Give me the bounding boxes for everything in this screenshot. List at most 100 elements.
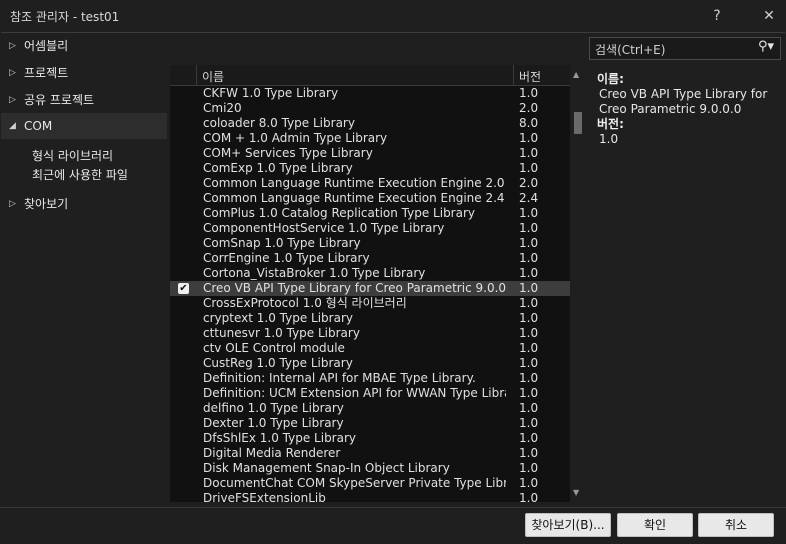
row-version: 1.0 xyxy=(519,446,539,460)
chevron-right-icon: ▷ xyxy=(9,199,16,209)
reference-list: 이름 버전 CKFW 1.0 Type Library 1.0 Cmi20 2.0 co… xyxy=(170,65,570,502)
search-box[interactable]: 검색(Ctrl+E) ⚲▾ xyxy=(589,37,781,60)
row-version: 1.0 xyxy=(519,371,539,385)
row-version: 1.0 xyxy=(519,146,539,160)
row-version: 1.0 xyxy=(519,236,539,250)
row-name: COM+ Services Type Library xyxy=(203,146,373,160)
list-row[interactable]: Cmi20 2.0 xyxy=(170,101,570,116)
row-name: CustReg 1.0 Type Library xyxy=(203,356,353,370)
detail-name-label: 이름: xyxy=(597,72,624,86)
row-version: 1.0 xyxy=(519,416,539,430)
chevron-right-icon: ▷ xyxy=(9,68,16,78)
list-row[interactable]: ctv OLE Control module 1.0 xyxy=(170,341,570,356)
scroll-up-icon[interactable]: ▲ xyxy=(573,70,579,79)
row-name: Common Language Runtime Execution Engine… xyxy=(203,191,506,205)
window-title: 참조 관리자 - test01 xyxy=(10,10,120,24)
chevron-right-icon: ▷ xyxy=(9,41,16,51)
list-row[interactable]: CustReg 1.0 Type Library 1.0 xyxy=(170,356,570,371)
row-name: cttunesvr 1.0 Type Library xyxy=(203,326,360,340)
list-scrollbar[interactable]: ▲ ▼ xyxy=(570,65,586,502)
row-name: ComPlus 1.0 Catalog Replication Type Lib… xyxy=(203,206,476,220)
row-version: 1.0 xyxy=(519,131,539,145)
list-row[interactable]: Digital Media Renderer 1.0 xyxy=(170,446,570,461)
row-name: Disk Management Snap-In Object Library xyxy=(203,461,450,475)
row-version: 1.0 xyxy=(519,476,539,490)
ok-button[interactable]: 확인 xyxy=(617,513,693,537)
column-header-version[interactable]: 버전 xyxy=(519,68,541,85)
title-bar: 참조 관리자 - test01 ? ✕ xyxy=(0,0,786,32)
list-row[interactable]: ComPlus 1.0 Catalog Replication Type Lib… xyxy=(170,206,570,221)
row-name: Common Language Runtime Execution Engine… xyxy=(203,176,506,190)
column-header-name[interactable]: 이름 xyxy=(202,68,224,85)
list-row[interactable]: delfino 1.0 Type Library 1.0 xyxy=(170,401,570,416)
row-version: 1.0 xyxy=(519,341,539,355)
cancel-button[interactable]: 취소 xyxy=(698,513,774,537)
search-input[interactable]: 검색(Ctrl+E) xyxy=(595,41,665,58)
list-row[interactable]: Common Language Runtime Execution Engine… xyxy=(170,176,570,191)
scroll-down-icon[interactable]: ▼ xyxy=(573,488,579,497)
close-button[interactable]: ✕ xyxy=(754,4,784,28)
tree-item-projects[interactable]: ▷ 프로젝트 xyxy=(1,60,167,86)
list-row[interactable]: CrossExProtocol 1.0 형식 라이브러리 1.0 xyxy=(170,296,570,311)
list-row[interactable]: Cortona_VistaBroker 1.0 Type Library 1.0 xyxy=(170,266,570,281)
row-name: Cortona_VistaBroker 1.0 Type Library xyxy=(203,266,426,280)
row-checkbox[interactable]: ✔ xyxy=(178,283,189,294)
row-version: 1.0 xyxy=(519,491,539,502)
list-row[interactable]: cttunesvr 1.0 Type Library 1.0 xyxy=(170,326,570,341)
tree-item-assemblies[interactable]: ▷ 어셈블리 xyxy=(1,33,167,59)
row-version: 1.0 xyxy=(519,161,539,175)
tree-item-browse[interactable]: ▷ 찾아보기 xyxy=(1,191,167,217)
list-row[interactable]: ✔ Creo VB API Type Library for Creo Param… xyxy=(170,281,570,296)
list-row[interactable]: Definition: Internal API for MBAE Type L… xyxy=(170,371,570,386)
list-row[interactable]: Definition: UCM Extension API for WWAN T… xyxy=(170,386,570,401)
list-row[interactable]: cryptext 1.0 Type Library 1.0 xyxy=(170,311,570,326)
row-version: 1.0 xyxy=(519,461,539,475)
row-version: 2.0 xyxy=(519,176,539,190)
list-row[interactable]: COM + 1.0 Admin Type Library 1.0 xyxy=(170,131,570,146)
search-icon[interactable]: ⚲▾ xyxy=(758,39,774,54)
row-version: 1.0 xyxy=(519,401,539,415)
row-version: 1.0 xyxy=(519,356,539,370)
list-row[interactable]: Dexter 1.0 Type Library 1.0 xyxy=(170,416,570,431)
row-version: 1.0 xyxy=(519,311,539,325)
row-version: 8.0 xyxy=(519,116,539,130)
list-row[interactable]: coloader 8.0 Type Library 8.0 xyxy=(170,116,570,131)
list-row[interactable]: ComExp 1.0 Type Library 1.0 xyxy=(170,161,570,176)
category-tree: ▷ 어셈블리 ▷ 프로젝트 ▷ 공유 프로젝트 ◢ COM 형식 라이브러리 최… xyxy=(1,33,168,507)
list-row[interactable]: DfsShlEx 1.0 Type Library 1.0 xyxy=(170,431,570,446)
help-button[interactable]: ? xyxy=(702,4,732,28)
row-name: CorrEngine 1.0 Type Library xyxy=(203,251,370,265)
list-row[interactable]: ComSnap 1.0 Type Library 1.0 xyxy=(170,236,570,251)
row-version: 1.0 xyxy=(519,326,539,340)
row-name: ctv OLE Control module xyxy=(203,341,345,355)
tree-item-recent-files[interactable]: 최근에 사용한 파일 xyxy=(32,165,128,185)
row-name: delfino 1.0 Type Library xyxy=(203,401,344,415)
header-divider xyxy=(513,65,514,85)
row-version: 2.4 xyxy=(519,191,539,205)
row-name: DriveFSExtensionLib xyxy=(203,491,326,502)
browse-button[interactable]: 찾아보기(B)... xyxy=(525,513,611,537)
scroll-thumb[interactable] xyxy=(574,112,582,134)
list-row[interactable]: DocumentChat COM SkypeServer Private Typ… xyxy=(170,476,570,491)
row-version: 1.0 xyxy=(519,251,539,265)
row-version: 1.0 xyxy=(519,86,539,100)
tree-item-com[interactable]: ◢ COM xyxy=(1,113,167,139)
list-row[interactable]: COM+ Services Type Library 1.0 xyxy=(170,146,570,161)
tree-item-type-libraries[interactable]: 형식 라이브러리 xyxy=(32,146,113,166)
row-name: DfsShlEx 1.0 Type Library xyxy=(203,431,357,445)
list-row[interactable]: CorrEngine 1.0 Type Library 1.0 xyxy=(170,251,570,266)
detail-version-label: 버전: xyxy=(597,117,624,131)
row-version: 2.0 xyxy=(519,101,539,115)
row-name: CrossExProtocol 1.0 형식 라이브러리 xyxy=(203,296,407,310)
list-row[interactable]: Disk Management Snap-In Object Library 1.… xyxy=(170,461,570,476)
row-version: 1.0 xyxy=(519,266,539,280)
detail-panel: 이름: Creo VB API Type Library for Creo Pa… xyxy=(597,72,777,147)
tree-item-shared-projects[interactable]: ▷ 공유 프로젝트 xyxy=(1,87,167,113)
chevron-down-icon: ◢ xyxy=(9,121,16,131)
list-row[interactable]: ComponentHostService 1.0 Type Library 1.0 xyxy=(170,221,570,236)
list-row[interactable]: Common Language Runtime Execution Engine… xyxy=(170,191,570,206)
list-row[interactable]: DriveFSExtensionLib 1.0 xyxy=(170,491,570,502)
row-name: Digital Media Renderer xyxy=(203,446,341,460)
list-row[interactable]: CKFW 1.0 Type Library 1.0 xyxy=(170,86,570,101)
header-divider xyxy=(196,65,197,85)
